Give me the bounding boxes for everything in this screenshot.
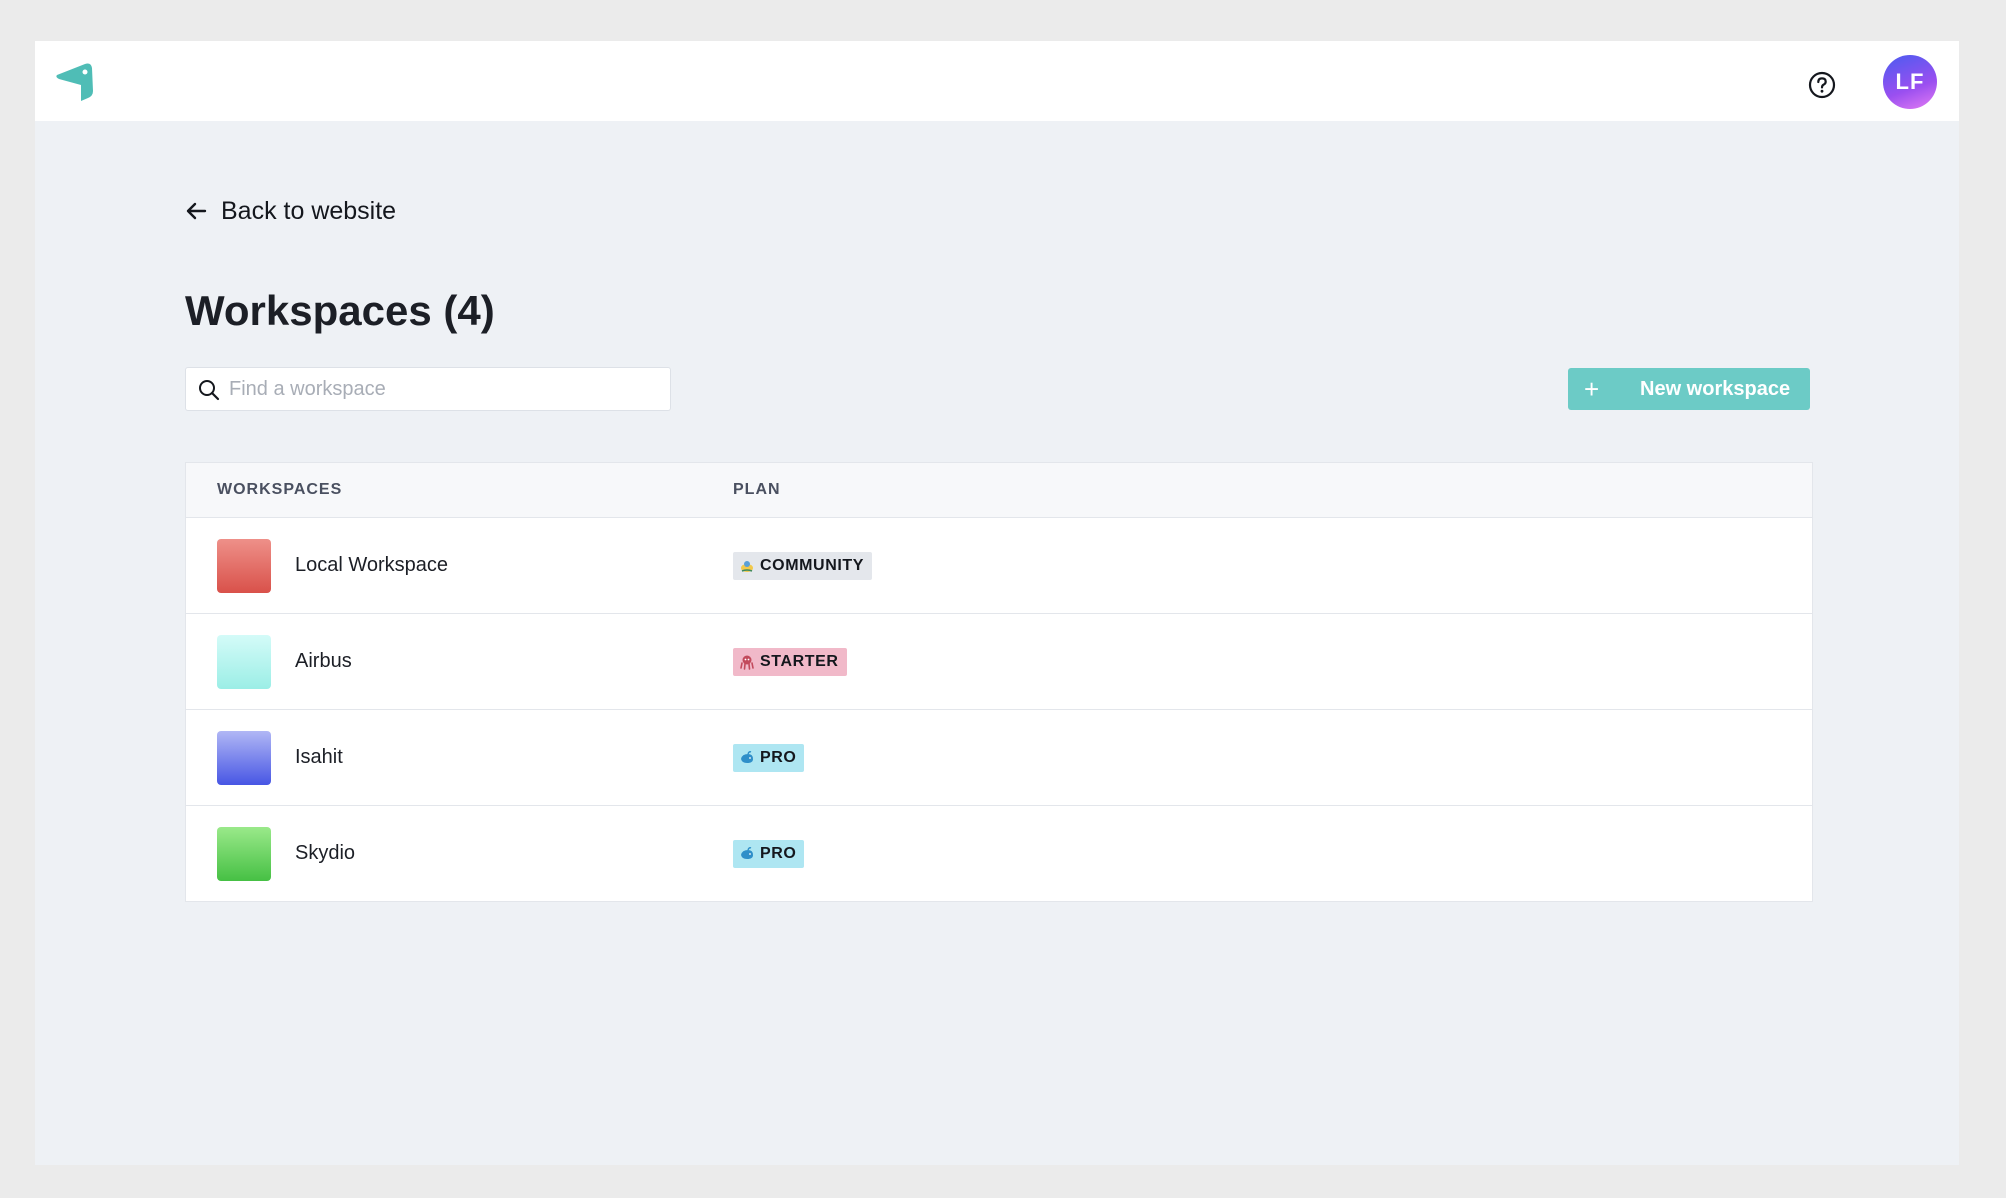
new-workspace-label: New workspace bbox=[1640, 378, 1791, 400]
arrow-left-icon bbox=[186, 202, 207, 220]
workspace-name: Skydio bbox=[295, 842, 356, 864]
column-header-workspaces: WORKSPACES bbox=[217, 481, 343, 498]
top-bar: LF bbox=[35, 41, 1959, 121]
app-frame: LF Back to website Workspaces (4) + New … bbox=[35, 41, 1959, 1165]
workspace-thumbnail bbox=[217, 731, 271, 785]
user-avatar[interactable]: LF bbox=[1883, 55, 1937, 109]
workspace-thumbnail bbox=[217, 827, 271, 881]
help-circle-icon bbox=[1808, 71, 1836, 99]
search-box[interactable] bbox=[185, 367, 671, 411]
workspace-name: Local Workspace bbox=[295, 554, 449, 576]
new-workspace-button[interactable]: + New workspace bbox=[1568, 368, 1810, 410]
plus-icon: + bbox=[1584, 374, 1600, 404]
workspace-thumbnail bbox=[217, 635, 271, 689]
table-header: WORKSPACES PLAN bbox=[186, 463, 1812, 517]
plan-label: COMMUNITY bbox=[760, 557, 865, 574]
workspace-thumbnail bbox=[217, 539, 271, 593]
page-title: Workspaces (4) bbox=[185, 287, 495, 334]
plan-badge: COMMUNITY bbox=[733, 552, 873, 580]
workspace-name: Airbus bbox=[295, 650, 352, 672]
brand-logo-icon[interactable] bbox=[55, 61, 97, 103]
community-icon bbox=[741, 561, 753, 572]
pro-icon bbox=[741, 847, 753, 859]
plan-badge: PRO bbox=[733, 840, 805, 868]
table-row[interactable]: Airbus STARTER bbox=[186, 613, 1812, 709]
plan-label: PRO bbox=[760, 845, 797, 862]
back-link-label: Back to website bbox=[221, 196, 397, 225]
column-header-plan: PLAN bbox=[733, 481, 781, 498]
plan-label: STARTER bbox=[760, 653, 839, 670]
plan-badge: PRO bbox=[733, 744, 805, 772]
search-icon bbox=[199, 380, 220, 401]
table-row[interactable]: Isahit PRO bbox=[186, 709, 1812, 805]
back-to-website-link[interactable]: Back to website bbox=[185, 191, 396, 231]
search-input[interactable] bbox=[229, 368, 659, 410]
workspace-name: Isahit bbox=[295, 746, 343, 768]
workspaces-table: WORKSPACES PLAN Local Workspace COMMUNIT… bbox=[185, 462, 1813, 902]
plan-label: PRO bbox=[760, 749, 797, 766]
plan-badge: STARTER bbox=[733, 648, 847, 676]
help-button[interactable] bbox=[1807, 70, 1837, 100]
table-row[interactable]: Local Workspace COMMUNITY bbox=[186, 517, 1812, 613]
table-row[interactable]: Skydio PRO bbox=[186, 805, 1812, 901]
pro-icon bbox=[741, 751, 753, 763]
starter-icon bbox=[740, 655, 754, 670]
